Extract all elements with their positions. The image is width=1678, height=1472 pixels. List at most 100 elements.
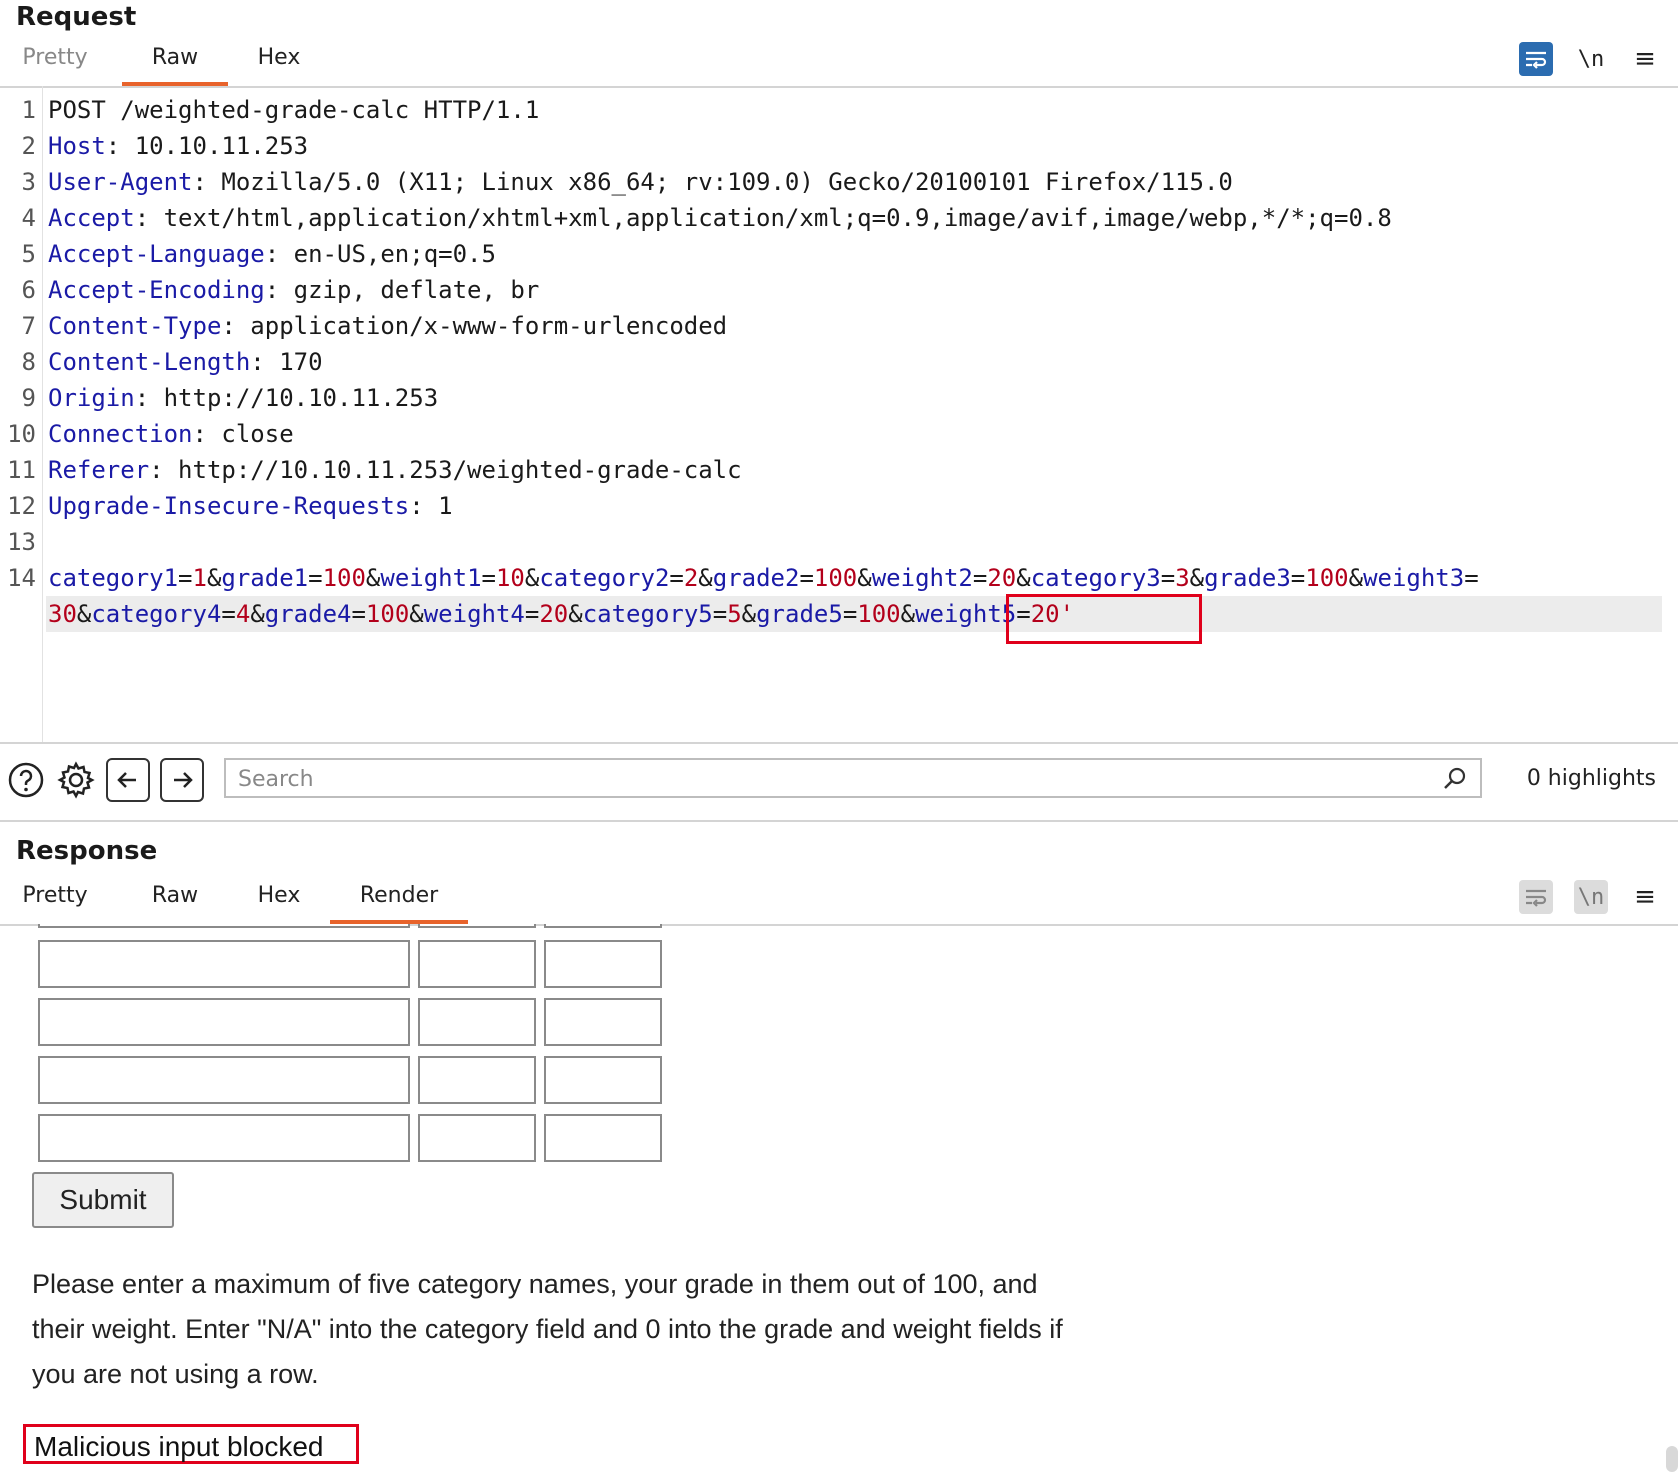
request-header-line: Content-Type: application/x-www-form-url… [48, 312, 728, 340]
request-header-line: Content-Length: 170 [48, 348, 323, 376]
body-param-value: 20 [539, 600, 569, 628]
body-param-value: 1 [192, 564, 207, 592]
body-param-name: category3 [1030, 564, 1161, 592]
header-value: text/html,application/xhtml+xml,applicat… [149, 204, 1392, 232]
word-wrap-toggle[interactable] [1519, 880, 1553, 914]
request-header-line: Origin: http://10.10.11.253 [48, 384, 439, 412]
tab-response-render[interactable]: Render [330, 876, 468, 924]
line-number: 13 [7, 528, 36, 556]
grade-input[interactable] [418, 998, 536, 1046]
body-param-name: category5 [582, 600, 713, 628]
line-number: 4 [21, 204, 36, 232]
weight-input[interactable] [544, 1056, 662, 1104]
header-name: Accept [48, 204, 135, 232]
category-input[interactable] [38, 940, 410, 988]
header-value: http://10.10.11.253/weighted-grade-calc [163, 456, 742, 484]
line-number: 12 [7, 492, 36, 520]
header-value: en-US,en;q=0.5 [279, 240, 496, 268]
grade-input[interactable] [418, 924, 536, 928]
tab-request-pretty[interactable]: Pretty [16, 38, 94, 84]
line-number: 2 [21, 132, 36, 160]
line-number: 7 [21, 312, 36, 340]
request-menu-icon[interactable]: ≡ [1628, 42, 1662, 76]
body-param-name: grade4 [264, 600, 352, 628]
next-match-button[interactable] [160, 758, 204, 802]
search-icon [1444, 767, 1466, 789]
body-param-value: 100 [813, 564, 858, 592]
header-value: Mozilla/5.0 (X11; Linux x86_64; rv:109.0… [206, 168, 1233, 196]
header-value: 1 [423, 492, 453, 520]
search-bar: 0 highlights [0, 742, 1678, 822]
body-param-name: category4 [91, 600, 222, 628]
tab-response-pretty[interactable]: Pretty [16, 876, 94, 922]
help-icon[interactable] [6, 760, 46, 800]
header-name: Referer [48, 456, 150, 484]
arrow-left-icon [117, 772, 136, 788]
line-number: 8 [21, 348, 36, 376]
payload-highlight-box [1006, 594, 1202, 644]
body-param-name: grade1 [221, 564, 309, 592]
body-param-value: 3 [1175, 564, 1190, 592]
request-title: Request [16, 2, 137, 32]
header-value: 10.10.11.253 [120, 132, 309, 160]
header-name: User-Agent [48, 168, 193, 196]
header-value: http://10.10.11.253 [149, 384, 439, 412]
show-newlines-toggle[interactable]: \n [1574, 42, 1608, 76]
show-newlines-toggle[interactable]: \n [1574, 880, 1608, 914]
submit-button[interactable]: Submit [32, 1172, 174, 1228]
settings-gear-icon[interactable] [56, 760, 96, 800]
request-header-line: Upgrade-Insecure-Requests: 1 [48, 492, 453, 520]
response-title: Response [16, 836, 158, 866]
rendered-response: Submit Please enter a maximum of five ca… [0, 924, 1678, 1472]
header-name: Upgrade-Insecure-Requests [48, 492, 410, 520]
category-input[interactable] [38, 1056, 410, 1104]
scrollbar[interactable] [1666, 1446, 1678, 1472]
previous-match-button[interactable] [106, 758, 150, 802]
tab-response-hex[interactable]: Hex [244, 876, 314, 922]
request-header-line: User-Agent: Mozilla/5.0 (X11; Linux x86_… [48, 168, 1233, 196]
word-wrap-icon [1526, 51, 1547, 69]
line-number: 3 [21, 168, 36, 196]
arrow-right-icon [174, 772, 193, 788]
request-header-line: Host: 10.10.11.253 [48, 132, 309, 160]
body-param-value: 5 [727, 600, 742, 628]
tab-response-raw[interactable]: Raw [136, 876, 214, 922]
body-param-value: 10 [495, 564, 525, 592]
line-number: 5 [21, 240, 36, 268]
request-body-line: 30&category4=4&grade4=100&weight4=20&cat… [48, 600, 1075, 628]
highlights-count: 0 highlights [1526, 766, 1656, 791]
instructions-text: Please enter a maximum of five category … [32, 1269, 1063, 1389]
category-input[interactable] [38, 998, 410, 1046]
search-field [224, 758, 1482, 798]
body-param-name: weight4 [423, 600, 525, 628]
category-input[interactable] [38, 924, 410, 928]
request-editor[interactable]: 1 2 3 4 5 6 7 8 9 10 11 12 13 14 POST /w… [0, 86, 1678, 742]
search-input[interactable] [236, 762, 1420, 796]
line-number-gutter: 1 2 3 4 5 6 7 8 9 10 11 12 13 14 [0, 86, 43, 742]
body-param-name: weight3 [1363, 564, 1465, 592]
grade-input[interactable] [418, 1056, 536, 1104]
body-param-value: 20 [987, 564, 1017, 592]
header-value: 170 [264, 348, 323, 376]
weight-input[interactable] [544, 940, 662, 988]
weight-input[interactable] [544, 1114, 662, 1162]
request-header-line: Accept: text/html,application/xhtml+xml,… [48, 204, 1392, 232]
line-number: 10 [7, 420, 36, 448]
body-param-name: category1 [48, 564, 179, 592]
response-menu-icon[interactable]: ≡ [1628, 880, 1662, 914]
body-param-name: grade5 [756, 600, 843, 628]
line-number: 11 [7, 456, 36, 484]
weight-input[interactable] [544, 998, 662, 1046]
category-input[interactable] [38, 1114, 410, 1162]
tab-request-raw[interactable]: Raw [122, 38, 228, 86]
tab-request-hex[interactable]: Hex [244, 38, 314, 84]
response-tabs: Pretty Raw Hex Render \n ≡ [0, 876, 1678, 926]
weight-input[interactable] [544, 924, 662, 928]
word-wrap-toggle[interactable] [1519, 42, 1553, 76]
header-name: Origin [48, 384, 135, 412]
body-param-value: 30 [48, 600, 77, 628]
grade-input[interactable] [418, 1114, 536, 1162]
grade-input[interactable] [418, 940, 536, 988]
header-value: close [206, 420, 294, 448]
request-tabs: Pretty Raw Hex \n ≡ [0, 38, 1678, 88]
